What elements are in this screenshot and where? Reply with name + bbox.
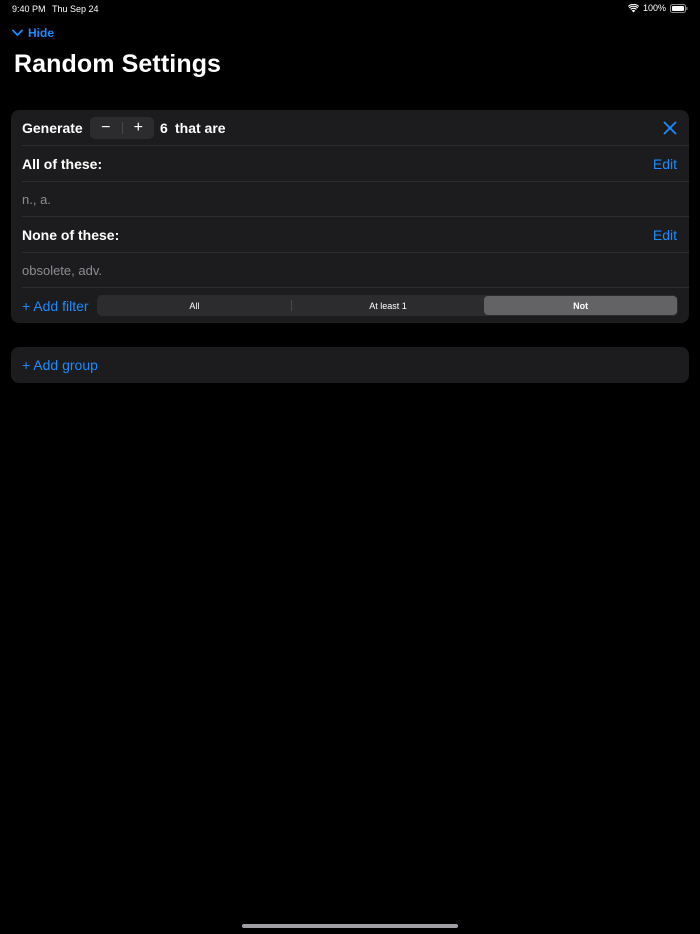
segment-all[interactable]: All — [98, 296, 291, 315]
hide-label: Hide — [28, 26, 55, 40]
all-of-label: All of these: — [22, 155, 103, 172]
random-settings-screen: 9:40 PM Thu Sep 24 100% Hide Random Sett… — [0, 0, 700, 934]
none-of-value-row: obsolete, adv. — [11, 253, 689, 288]
edit-none-of-button[interactable]: Edit — [653, 227, 677, 243]
decrement-button[interactable]: − — [90, 117, 122, 139]
none-of-value: obsolete, adv. — [22, 263, 102, 278]
wifi-icon — [627, 3, 639, 13]
add-group-button[interactable]: + Add group — [22, 357, 98, 373]
count-stepper[interactable]: − + — [90, 116, 154, 139]
filter-group-card: Generate − + 6 that are All of these: Ed… — [11, 110, 689, 323]
all-of-value: n., a. — [22, 192, 51, 207]
battery-icon — [670, 3, 688, 13]
home-indicator — [242, 924, 458, 928]
status-bar: 9:40 PM Thu Sep 24 100% — [0, 0, 700, 18]
hide-button[interactable]: Hide — [12, 26, 54, 40]
add-group-card[interactable]: + Add group — [11, 347, 689, 383]
segment-not[interactable]: Not — [484, 296, 678, 315]
edit-all-of-button[interactable]: Edit — [653, 156, 677, 172]
that-are-label: that are — [175, 119, 226, 136]
segment-at-least-1[interactable]: At least 1 — [292, 296, 485, 315]
add-filter-row: + Add filter All At least 1 Not — [11, 288, 689, 323]
battery-percent: 100% — [642, 3, 666, 13]
add-filter-button[interactable]: + Add filter — [22, 298, 89, 314]
all-of-value-row: n., a. — [11, 182, 689, 217]
generate-row: Generate − + 6 that are — [11, 110, 689, 145]
chevron-down-icon — [12, 26, 23, 40]
close-icon[interactable] — [663, 121, 677, 135]
count-value: 6 — [160, 119, 168, 136]
match-mode-segmented-control[interactable]: All At least 1 Not — [97, 295, 678, 316]
none-of-row: None of these: Edit — [11, 217, 689, 252]
status-date: Thu Sep 24 — [52, 4, 99, 14]
page-title: Random Settings — [14, 50, 222, 78]
all-of-row: All of these: Edit — [11, 146, 689, 181]
generate-label: Generate — [22, 119, 83, 136]
status-indicators: 100% — [627, 3, 688, 13]
status-time: 9:40 PM — [12, 4, 46, 14]
none-of-label: None of these: — [22, 226, 120, 243]
increment-button[interactable]: + — [122, 117, 154, 139]
